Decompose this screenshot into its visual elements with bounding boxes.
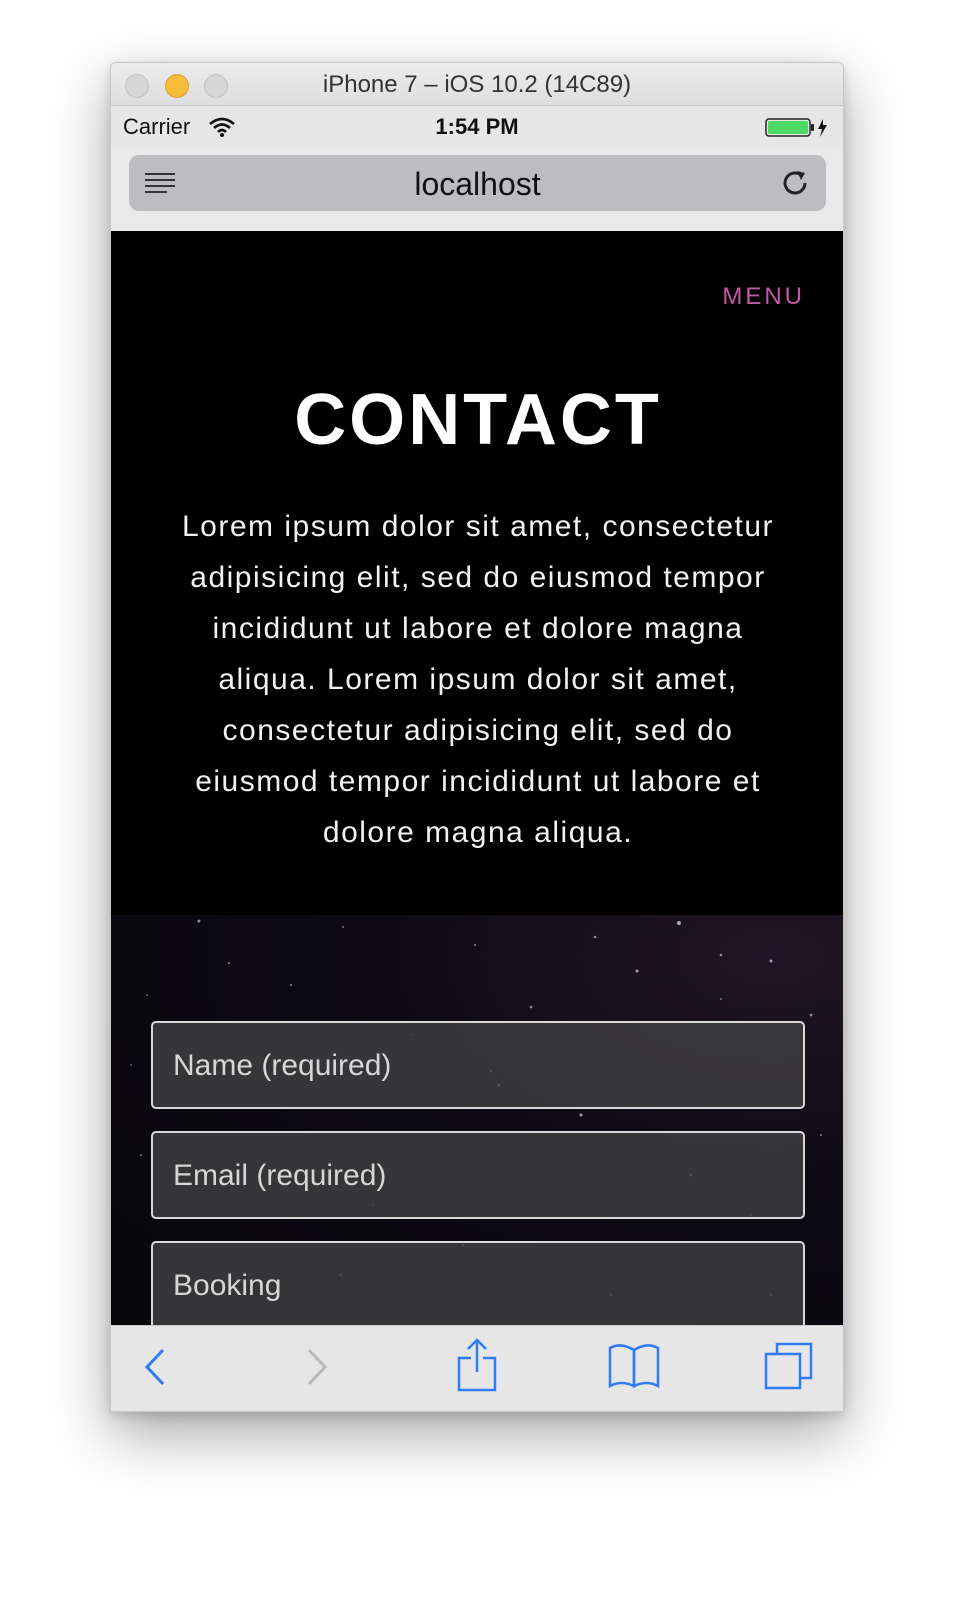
page-title: CONTACT [294,380,662,460]
menu-link[interactable]: MENU [722,283,805,311]
status-time: 1:54 PM [435,114,519,139]
tabs-icon[interactable] [763,1342,815,1397]
bookmarks-icon[interactable] [607,1342,661,1395]
share-icon[interactable] [455,1338,499,1397]
window-titlebar: iPhone 7 – iOS 10.2 (14C89) [111,63,843,106]
forward-icon[interactable] [305,1344,331,1395]
booking-field[interactable]: Booking [151,1241,805,1327]
web-page: MENU CONTACT Lorem ipsum dolor sit amet,… [111,231,843,1327]
name-field[interactable]: Name (required) [151,1021,805,1109]
url-text: localhost [414,166,541,202]
email-field[interactable]: Email (required) [151,1131,805,1219]
battery-icon [765,118,831,143]
simulator-window: iPhone 7 – iOS 10.2 (14C89) Carrier 1:54… [110,62,844,1412]
intro-paragraph: Lorem ipsum dolor sit amet, consectetur … [181,510,775,849]
reload-icon[interactable] [780,167,812,204]
address-bar[interactable]: localhost [129,155,826,211]
back-icon[interactable] [141,1344,167,1395]
safari-toolbar [111,1325,843,1411]
ios-status-bar: Carrier 1:54 PM [111,107,843,147]
window-title: iPhone 7 – iOS 10.2 (14C89) [322,71,632,98]
